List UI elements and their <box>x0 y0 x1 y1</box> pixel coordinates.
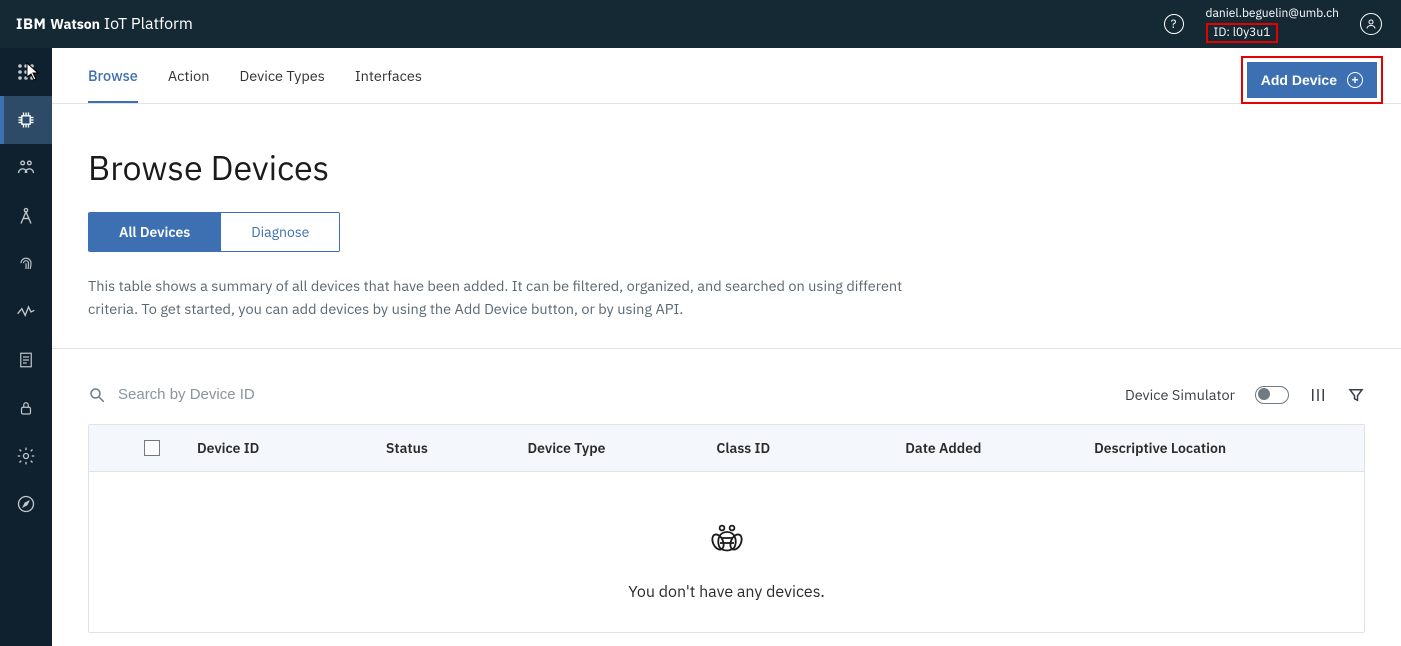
tab-interfaces[interactable]: Interfaces <box>355 48 422 103</box>
filter-button[interactable] <box>1347 386 1365 404</box>
search-icon <box>88 386 106 404</box>
table-toolbar: Device Simulator <box>88 349 1365 424</box>
sidebar-item-members[interactable] <box>0 144 52 192</box>
tab-browse[interactable]: Browse <box>88 48 138 103</box>
col-device-id[interactable]: Device ID <box>197 439 386 457</box>
sidebar-item-usage[interactable] <box>0 288 52 336</box>
lock-icon <box>17 399 35 417</box>
top-bar: IBM Watson IoT Platform ? daniel.begueli… <box>0 0 1401 48</box>
brand-watson: Watson <box>50 15 100 33</box>
user-email: daniel.beguelin@umb.ch <box>1206 7 1339 21</box>
content: Browse Devices All Devices Diagnose This… <box>52 104 1401 633</box>
activity-icon <box>16 302 36 322</box>
bee-icon <box>707 520 747 560</box>
sidebar-item-settings[interactable] <box>0 432 52 480</box>
plus-circle-icon: + <box>1347 72 1363 88</box>
fingerprint-icon <box>16 254 36 274</box>
brand-ibm: IBM <box>16 15 46 34</box>
col-date-added[interactable]: Date Added <box>905 439 1094 457</box>
profile-button[interactable] <box>1357 10 1385 38</box>
tabs-row: Browse Action Device Types Interfaces Ad… <box>52 48 1401 104</box>
empty-message: You don't have any devices. <box>628 582 825 602</box>
members-icon <box>16 158 36 178</box>
col-class-id[interactable]: Class ID <box>716 439 905 457</box>
chip-icon <box>16 110 36 130</box>
add-device-highlight: Add Device + <box>1241 56 1383 104</box>
topbar-right: ? daniel.beguelin@umb.ch ID: l0y3u1 <box>1160 5 1385 44</box>
compass-icon <box>16 206 36 226</box>
col-descriptive-location[interactable]: Descriptive Location <box>1094 439 1346 457</box>
brand-rest: IoT Platform <box>100 14 193 34</box>
segment-diagnose[interactable]: Diagnose <box>220 213 339 251</box>
brand: IBM Watson IoT Platform <box>16 14 193 34</box>
sidebar-item-apps[interactable] <box>0 48 52 96</box>
sidebar-item-security[interactable] <box>0 384 52 432</box>
help-icon: ? <box>1164 14 1184 34</box>
sidebar-item-logs[interactable] <box>0 336 52 384</box>
table-empty-state: You don't have any devices. <box>89 472 1364 632</box>
columns-icon <box>1309 386 1327 404</box>
col-status[interactable]: Status <box>386 439 528 457</box>
select-all-checkbox[interactable] <box>144 440 160 456</box>
org-id-badge: ID: l0y3u1 <box>1206 23 1279 43</box>
segment-control: All Devices Diagnose <box>88 212 340 252</box>
left-sidebar <box>0 48 52 646</box>
search-input[interactable] <box>116 385 416 404</box>
grid-icon <box>17 63 35 81</box>
sidebar-item-devices[interactable] <box>0 96 52 144</box>
col-device-type[interactable]: Device Type <box>528 439 717 457</box>
device-simulator-toggle[interactable] <box>1255 386 1289 404</box>
table-header: Device ID Status Device Type Class ID Da… <box>89 425 1364 472</box>
main-area: Browse Action Device Types Interfaces Ad… <box>52 48 1401 646</box>
filter-icon <box>1347 386 1365 404</box>
devices-table: Device ID Status Device Type Class ID Da… <box>88 424 1365 633</box>
tab-device-types[interactable]: Device Types <box>240 48 325 103</box>
columns-button[interactable] <box>1309 386 1327 404</box>
sidebar-item-drafting[interactable] <box>0 192 52 240</box>
add-device-label: Add Device <box>1261 72 1337 88</box>
page-title: Browse Devices <box>88 146 1365 190</box>
sidebar-item-fingerprint[interactable] <box>0 240 52 288</box>
search-wrap <box>88 385 1111 404</box>
device-simulator-label: Device Simulator <box>1125 385 1235 404</box>
toolbar-right: Device Simulator <box>1125 385 1365 404</box>
sidebar-item-extensions[interactable] <box>0 480 52 528</box>
help-button[interactable]: ? <box>1160 10 1188 38</box>
gear-icon <box>16 446 36 466</box>
document-icon <box>17 351 35 369</box>
tab-action[interactable]: Action <box>168 48 210 103</box>
page-description: This table shows a summary of all device… <box>88 274 908 348</box>
segment-all-devices[interactable]: All Devices <box>89 213 220 251</box>
add-device-button[interactable]: Add Device + <box>1247 62 1377 98</box>
avatar-icon <box>1360 13 1382 35</box>
user-block[interactable]: daniel.beguelin@umb.ch ID: l0y3u1 <box>1206 5 1339 44</box>
compass-nav-icon <box>16 494 36 514</box>
